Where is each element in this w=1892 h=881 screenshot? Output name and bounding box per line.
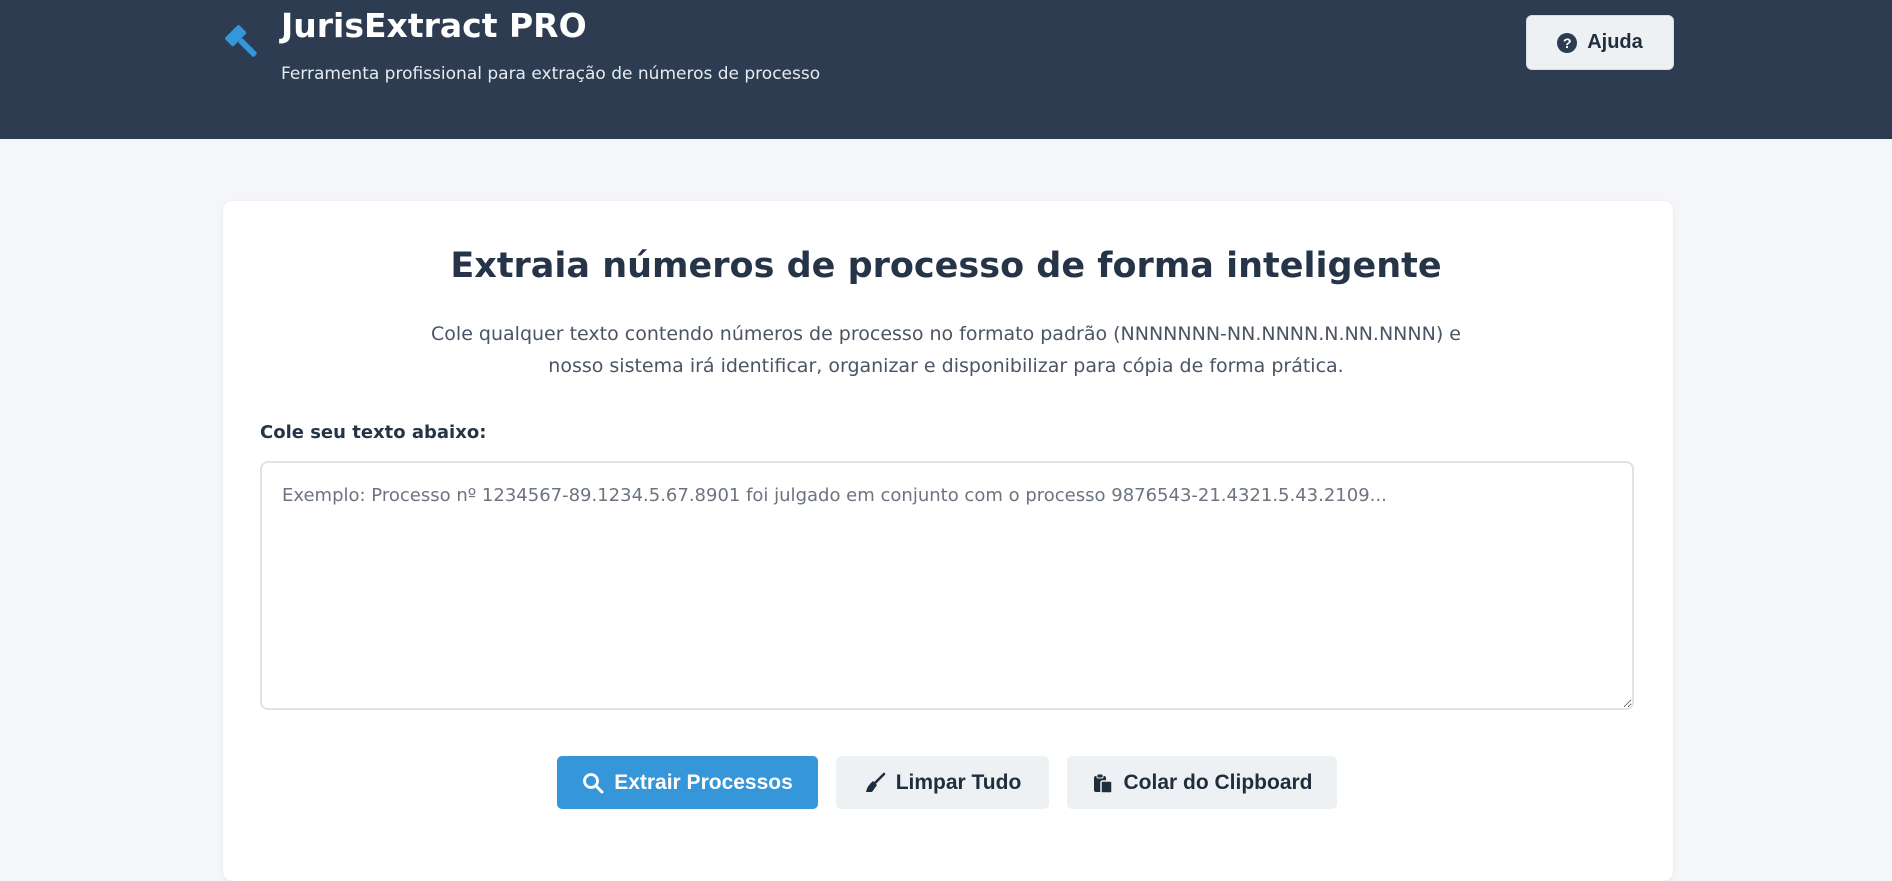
gavel-icon	[220, 20, 264, 64]
help-button[interactable]: ? Ajuda	[1526, 15, 1674, 70]
clear-button[interactable]: Limpar Tudo	[836, 756, 1049, 809]
extract-button-label: Extrair Processos	[614, 770, 793, 794]
text-input[interactable]	[260, 461, 1634, 710]
question-circle-icon: ?	[1557, 32, 1578, 53]
description-line-1: Cole qualquer texto contendo números de …	[431, 323, 1461, 345]
search-icon	[582, 772, 604, 794]
broom-icon	[864, 772, 886, 794]
input-label: Cole seu texto abaixo:	[260, 422, 487, 443]
clipboard-icon	[1092, 772, 1114, 794]
help-button-label: Ajuda	[1587, 31, 1643, 53]
description-line-2: nosso sistema irá identificar, organizar…	[548, 355, 1344, 377]
clear-button-label: Limpar Tudo	[895, 770, 1022, 794]
paste-button-label: Colar do Clipboard	[1123, 770, 1313, 794]
extract-button[interactable]: Extrair Processos	[557, 756, 818, 809]
paste-button[interactable]: Colar do Clipboard	[1067, 756, 1337, 809]
page-description: Cole qualquer texto contendo números de …	[396, 318, 1496, 382]
app-subtitle: Ferramenta profissional para extração de…	[281, 64, 821, 84]
page-title: Extraia números de processo de forma int…	[450, 246, 1442, 286]
app-title: JurisExtract PRO	[281, 6, 587, 45]
app-header: JurisExtract PRO Ferramenta profissional…	[0, 0, 1892, 139]
